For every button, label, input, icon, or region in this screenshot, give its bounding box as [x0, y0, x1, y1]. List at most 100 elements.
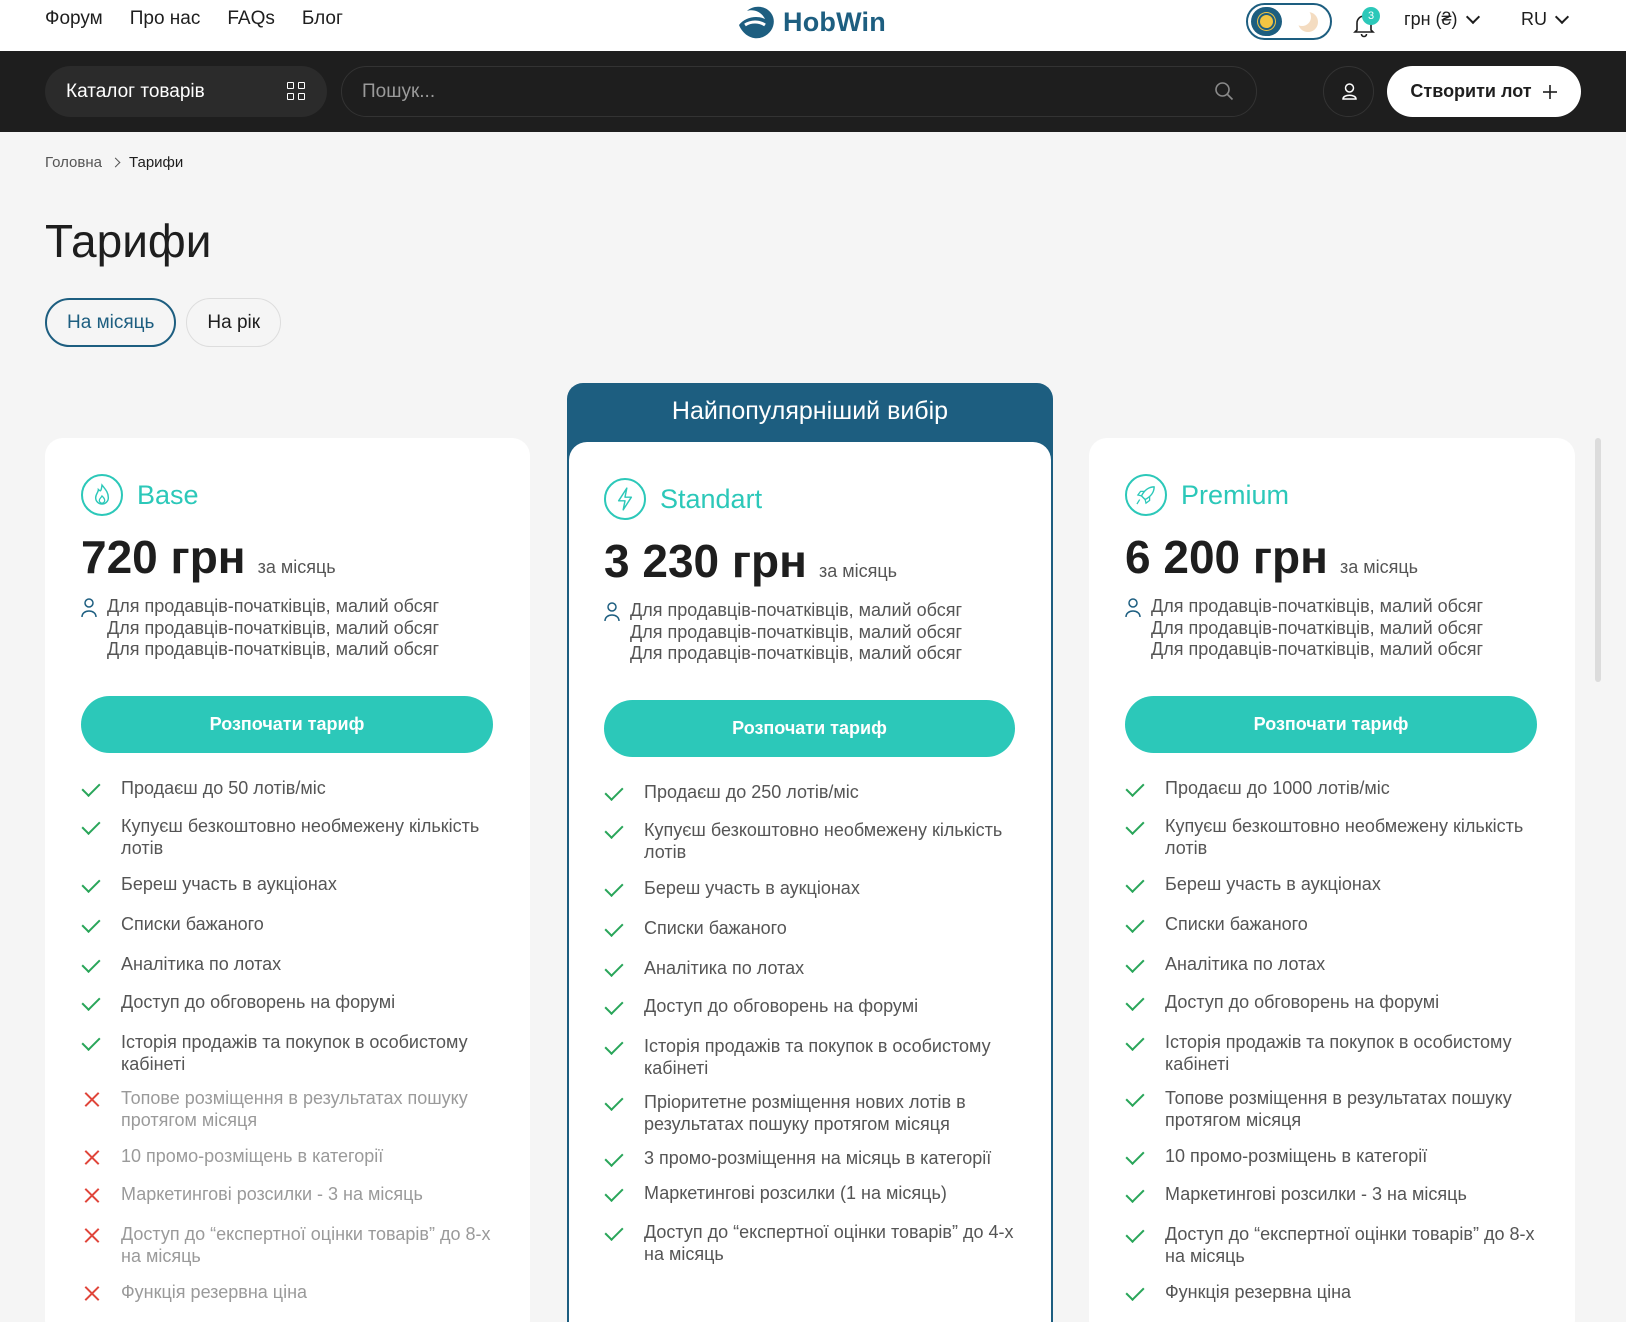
feature-item: Функція резервна ціна	[81, 1282, 493, 1304]
theme-toggle[interactable]	[1246, 3, 1332, 40]
feature-text: Маркетингові розсилки (1 на місяць)	[644, 1183, 947, 1203]
price-period: за місяць	[257, 557, 336, 577]
feature-text: Топове розміщення в результатах пошуку п…	[121, 1088, 468, 1130]
feature-item: Топове розміщення в результатах пошуку п…	[1125, 1088, 1537, 1131]
audience-line: Для продавців-початківців, малий обсяг	[107, 596, 440, 616]
price-period: за місяць	[818, 561, 898, 581]
currency-selector[interactable]: грн (₴)	[1404, 9, 1480, 30]
feature-text: Аналітика по лотах	[644, 958, 805, 978]
flame-icon	[81, 474, 123, 516]
check-icon	[1125, 1032, 1149, 1054]
breadcrumb-current: Тарифи	[129, 154, 184, 171]
sun-icon	[1251, 7, 1282, 36]
check-icon	[604, 1222, 628, 1244]
nav-link-forum[interactable]: Форум	[45, 8, 103, 30]
rocket-icon	[1125, 474, 1167, 516]
check-icon	[1125, 1146, 1149, 1168]
feature-item: Маркетингові розсилки - 3 на місяць	[81, 1184, 493, 1206]
feature-item: Доступ до обговорень на форумі	[604, 996, 1016, 1018]
audience-line: Для продавців-початківців, малий обсяг	[630, 643, 963, 663]
check-icon	[81, 914, 105, 936]
check-icon	[1125, 778, 1149, 800]
start-plan-button[interactable]: Розпочати тариф	[81, 696, 493, 753]
logo-text: HobWin	[783, 6, 886, 37]
feature-item: Аналітика по лотах	[1125, 954, 1537, 976]
currency-label: грн (₴)	[1404, 9, 1458, 29]
check-icon	[1125, 1088, 1149, 1110]
tab-monthly[interactable]: На місяць	[45, 298, 177, 347]
feature-text: Купуєш безкоштовно необмежену кількість …	[1165, 816, 1524, 858]
nav-link-faqs[interactable]: FAQs	[227, 8, 275, 30]
feature-text: Списки бажаного	[1165, 914, 1308, 934]
create-lot-button[interactable]: Створити лот	[1387, 66, 1581, 117]
check-icon	[81, 778, 105, 800]
feature-text: Маркетингові розсилки - 3 на місяць	[1165, 1184, 1467, 1204]
plan-header: Base	[81, 474, 199, 516]
search-bar	[341, 66, 1257, 117]
check-icon	[604, 878, 628, 900]
price-period: за місяць	[1339, 557, 1419, 577]
feature-text: Історія продажів та покупок в особистому…	[121, 1032, 468, 1074]
start-plan-button[interactable]: Розпочати тариф	[1125, 696, 1537, 753]
audience-line: Для продавців-початківців, малий обсяг	[107, 639, 440, 659]
person-icon	[604, 602, 620, 622]
chevron-down-icon	[1465, 9, 1480, 24]
plan-price: 3 230 грн за місяць	[604, 534, 897, 588]
check-icon	[604, 820, 628, 842]
nav-link-blog[interactable]: Блог	[302, 8, 343, 30]
check-icon	[1125, 1282, 1149, 1304]
feature-list: Продаєш до 50 лотів/міс Купуєш безкоштов…	[81, 778, 493, 1304]
notification-badge: 3	[1362, 7, 1380, 25]
search-icon[interactable]	[1214, 81, 1234, 101]
feature-text: Доступ до “експертної оцінки товарів” до…	[1165, 1224, 1535, 1266]
plan-card-standart: Standart 3 230 грн за місяць Для продавц…	[569, 442, 1051, 1322]
check-icon	[604, 918, 628, 940]
feature-list: Продаєш до 250 лотів/міс Купуєш безкошто…	[604, 782, 1016, 1265]
feature-text: Пріоритетне розміщення нових лотів в рез…	[644, 1092, 966, 1134]
feature-item: Доступ до “експертної оцінки товарів” до…	[1125, 1224, 1537, 1267]
audience-line: Для продавців-початківців, малий обсяг	[630, 600, 963, 620]
feature-item: Аналітика по лотах	[604, 958, 1016, 980]
plan-audience: Для продавців-початківців, малий обсяг Д…	[1125, 596, 1483, 661]
check-icon	[81, 874, 105, 896]
feature-item: Топове розміщення в результатах пошуку п…	[81, 1088, 493, 1131]
check-icon	[81, 954, 105, 976]
plan-header: Standart	[604, 478, 762, 520]
nav-link-about[interactable]: Про нас	[130, 8, 201, 30]
cross-icon	[81, 1184, 105, 1206]
top-navigation: Форум Про нас FAQs Блог HobWin 3 грн (₴)…	[0, 0, 1626, 51]
feature-item: Доступ до “експертної оцінки товарів” до…	[81, 1224, 493, 1267]
feature-item: Маркетингові розсилки (1 на місяць)	[604, 1183, 1016, 1205]
catalog-button[interactable]: Каталог товарів	[45, 66, 327, 117]
feature-item: Купуєш безкоштовно необмежену кількість …	[81, 816, 493, 859]
feature-text: Аналітика по лотах	[121, 954, 282, 974]
tab-yearly[interactable]: На рік	[186, 298, 282, 347]
feature-item: Доступ до обговорень на форумі	[81, 992, 493, 1014]
price-amount: 720 грн	[81, 531, 246, 583]
feature-text: Топове розміщення в результатах пошуку п…	[1165, 1088, 1512, 1130]
feature-item: Продаєш до 1000 лотів/міс	[1125, 778, 1537, 800]
user-icon	[1342, 83, 1357, 100]
breadcrumb-home[interactable]: Головна	[45, 154, 102, 171]
feature-item: Купуєш безкоштовно необмежену кількість …	[1125, 816, 1537, 859]
person-icon	[1125, 598, 1141, 618]
language-label: RU	[1521, 9, 1547, 29]
scrollbar[interactable]	[1595, 438, 1601, 682]
search-input[interactable]	[362, 67, 1182, 116]
feature-item: 3 промо-розміщення на місяць в категорії	[604, 1148, 1016, 1170]
start-plan-button[interactable]: Розпочати тариф	[604, 700, 1015, 757]
user-account-button[interactable]	[1323, 66, 1374, 117]
feature-item: Купуєш безкоштовно необмежену кількість …	[604, 820, 1016, 863]
logo[interactable]: HobWin	[735, 0, 886, 44]
feature-text: Списки бажаного	[121, 914, 264, 934]
feature-text: Доступ до “експертної оцінки товарів” до…	[121, 1224, 491, 1266]
language-selector[interactable]: RU	[1521, 9, 1570, 30]
top-links: Форум Про нас FAQs Блог	[45, 8, 343, 30]
chevron-right-icon	[110, 157, 121, 168]
feature-item: Історія продажів та покупок в особистому…	[604, 1036, 1016, 1079]
feature-item: Функція резервна ціна	[1125, 1282, 1537, 1304]
plan-audience: Для продавців-початківців, малий обсяг Д…	[81, 596, 439, 661]
check-icon	[604, 958, 628, 980]
feature-text: Маркетингові розсилки - 3 на місяць	[121, 1184, 423, 1204]
cross-icon	[81, 1224, 105, 1246]
